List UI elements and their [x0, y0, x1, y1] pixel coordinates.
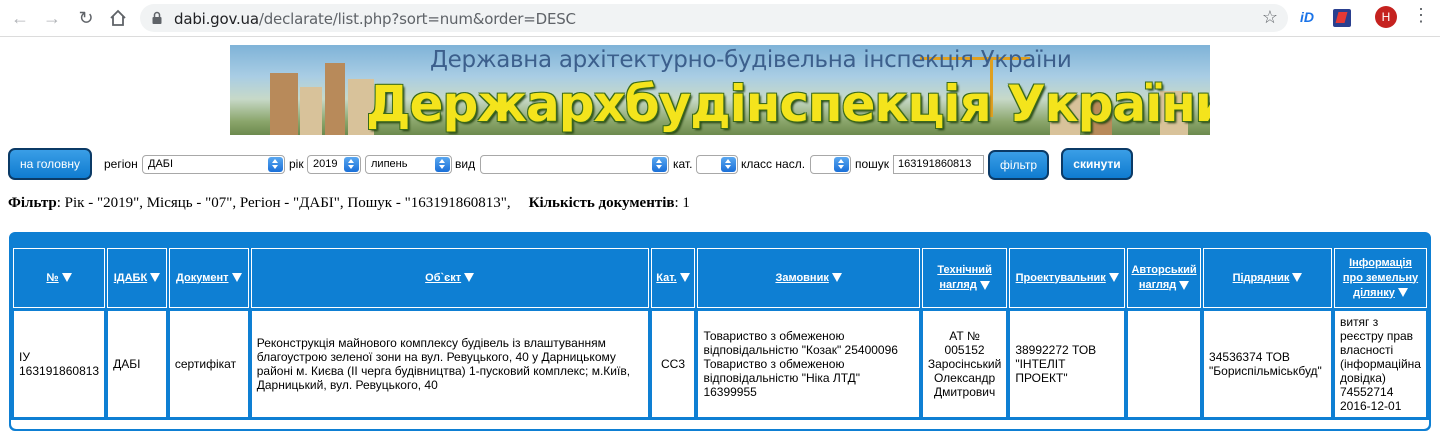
category-select[interactable] [696, 155, 738, 174]
sort-link-author-supervision[interactable]: Авторський [1131, 264, 1196, 276]
forward-arrow-icon[interactable]: → [40, 6, 64, 30]
extension-id-icon[interactable]: iD [1300, 9, 1314, 25]
region-label: регіон [104, 157, 138, 171]
sort-desc-icon[interactable] [1179, 280, 1190, 290]
cell-land-info: витяг з реєстру прав власності (інформац… [1333, 310, 1427, 418]
column-header-customer: Замовник [697, 248, 920, 308]
class-select[interactable] [810, 155, 851, 174]
cell-tech-supervision: АТ № 005152 Заросінський Олександр Дмитр… [921, 310, 1008, 418]
table-row: ІУ 163191860813 ДАБІ сертифікат Реконстр… [13, 310, 1427, 418]
select-arrows-icon [268, 157, 283, 172]
month-select-value: липень [371, 158, 408, 170]
search-label: пошук [855, 157, 890, 171]
year-select-value: 2019 [313, 158, 338, 170]
sort-link-author-supervision-line2[interactable]: нагляд [1139, 279, 1176, 291]
url-host: dabi.gov.ua [174, 10, 259, 28]
sort-desc-icon[interactable] [150, 273, 161, 283]
sort-link-object[interactable]: Об`єкт [425, 272, 461, 284]
results-panel-footer [10, 420, 1430, 430]
cell-object: Реконструкція майнового комплексу будіве… [250, 310, 649, 418]
cell-designer: 38992272 ТОВ "ІНТЕЛІТ ПРОЕКТ" [1009, 310, 1126, 418]
bookmark-star-icon[interactable]: ☆ [1262, 7, 1278, 28]
home-button[interactable]: на головну [8, 148, 92, 180]
sort-link-customer[interactable]: Замовник [775, 272, 828, 284]
sort-desc-icon[interactable] [679, 273, 690, 283]
filter-summary-text: : Рік - "2019", Місяць - "07", Регіон - … [56, 195, 511, 211]
document-count-label: Кількість документів [528, 195, 675, 211]
sort-desc-icon[interactable] [1108, 273, 1119, 283]
select-arrows-icon [834, 157, 849, 172]
column-header-land-info: Інформація про земельну ділянку [1333, 248, 1427, 308]
class-label: класс насл. [741, 157, 806, 171]
column-header-tech-supervision: Технічний нагляд [921, 248, 1008, 308]
address-bar[interactable]: dabi.gov.ua/declarate/list.php?sort=num&… [140, 4, 1288, 32]
column-header-object: Об`єкт [250, 248, 649, 308]
sort-link-idabk[interactable]: ІДАБК [114, 272, 147, 284]
type-select[interactable] [480, 155, 669, 174]
year-select[interactable]: 2019 [307, 155, 361, 174]
browser-menu-icon[interactable]: ⋮ [1412, 5, 1430, 26]
sort-link-land-info-line2[interactable]: ділянку [1353, 287, 1395, 299]
search-input[interactable]: 163191860813 [893, 155, 984, 174]
filter-summary: Фільтр: Рік - "2019", Місяць - "07", Рег… [8, 195, 690, 212]
sort-link-land-info[interactable]: Інформація про земельну [1343, 257, 1418, 284]
sort-link-contractor[interactable]: Підрядник [1233, 272, 1290, 284]
region-select-value: ДАБІ [148, 158, 174, 170]
column-header-author-supervision: Авторський нагляд [1127, 248, 1202, 308]
banner-title: Держархбудінспекція України [366, 75, 1210, 133]
month-select[interactable]: липень [365, 155, 452, 174]
sort-link-category[interactable]: Кат. [656, 272, 676, 284]
column-header-document: Документ [168, 248, 249, 308]
site-banner: Державна архітектурно-будівельна інспекц… [230, 45, 1210, 135]
document-count-value: : 1 [674, 195, 690, 211]
sort-desc-icon[interactable] [979, 280, 990, 290]
select-arrows-icon [344, 157, 359, 172]
cell-idabk: ДАБІ [107, 310, 167, 418]
sort-link-tech-supervision-line2[interactable]: нагляд [939, 279, 976, 291]
lock-icon [152, 11, 162, 24]
sort-desc-icon[interactable] [61, 273, 72, 283]
category-label: кат. [673, 157, 693, 171]
browser-toolbar: ← → ↻ dabi.gov.ua/declarate/list.php?sor… [0, 0, 1440, 37]
region-select[interactable]: ДАБІ [142, 155, 285, 174]
column-header-num: № [13, 248, 106, 308]
column-header-contractor: Підрядник [1203, 248, 1332, 308]
back-arrow-icon[interactable]: ← [8, 6, 32, 30]
results-table: № ІДАБК Документ Об`єкт Кат. Замовник Те… [11, 246, 1429, 420]
select-arrows-icon [721, 157, 736, 172]
column-header-category: Кат. [650, 248, 696, 308]
banner-subtitle: Державна архітектурно-будівельна інспекц… [430, 47, 1072, 73]
cell-document: сертифікат [168, 310, 249, 418]
reload-icon[interactable]: ↻ [74, 6, 98, 30]
filter-button[interactable]: фільтр [988, 150, 1049, 180]
filter-summary-label: Фільтр [8, 195, 57, 211]
sort-desc-icon[interactable] [464, 273, 475, 283]
sort-link-designer[interactable]: Проектувальник [1016, 272, 1106, 284]
profile-avatar[interactable]: H [1375, 6, 1397, 28]
year-label: рік [289, 157, 304, 171]
cell-num: ІУ 163191860813 [13, 310, 106, 418]
cell-author-supervision [1127, 310, 1202, 418]
type-label: вид [455, 157, 476, 171]
sort-desc-icon[interactable] [831, 273, 842, 283]
sort-link-document[interactable]: Документ [176, 272, 228, 284]
reset-button[interactable]: скинути [1061, 148, 1133, 180]
home-icon[interactable] [106, 6, 130, 30]
cell-customer: Товариство з обмеженою відповідальністю … [697, 310, 920, 418]
column-header-idabk: ІДАБК [107, 248, 167, 308]
select-arrows-icon [652, 157, 667, 172]
sort-link-num[interactable]: № [46, 272, 58, 284]
url-text: dabi.gov.ua/declarate/list.php?sort=num&… [174, 10, 576, 28]
sort-desc-icon[interactable] [231, 273, 242, 283]
column-header-designer: Проектувальник [1009, 248, 1126, 308]
cell-category: СС3 [650, 310, 696, 418]
sort-desc-icon[interactable] [1397, 288, 1408, 298]
select-arrows-icon [435, 157, 450, 172]
table-header-row: № ІДАБК Документ Об`єкт Кат. Замовник Те… [13, 248, 1427, 308]
url-path: /declarate/list.php?sort=num&order=DESC [258, 10, 576, 28]
cell-contractor: 34536374 ТОВ "Бориспільміськбуд" [1203, 310, 1332, 418]
sort-link-tech-supervision[interactable]: Технічний [937, 264, 992, 276]
sort-desc-icon[interactable] [1292, 273, 1303, 283]
extension-icon[interactable] [1333, 9, 1351, 27]
